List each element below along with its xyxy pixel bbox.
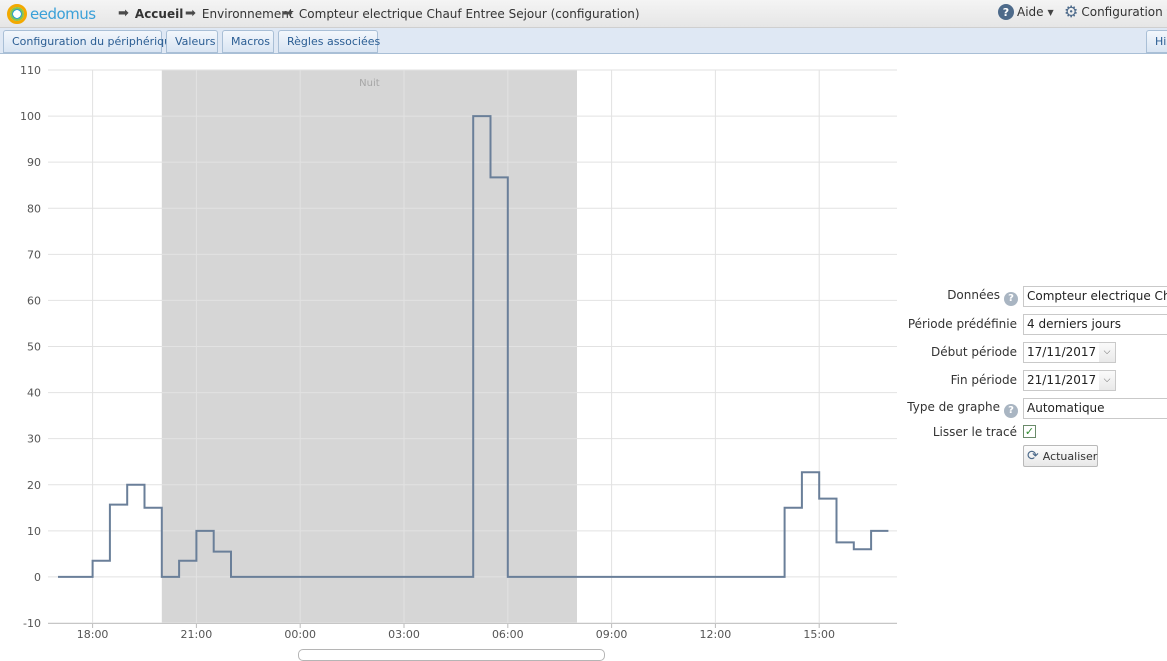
x-tick-label: 06:00 (492, 628, 524, 641)
refresh-icon: ⟳ (1027, 449, 1039, 463)
data-label: Données? (900, 288, 1018, 306)
y-tick-label: 110 (20, 64, 41, 77)
y-tick-label: 40 (27, 387, 41, 400)
x-tick-label: 09:00 (596, 628, 628, 641)
logo-ring-icon (7, 4, 27, 24)
refresh-button[interactable]: ⟳ Actualiser (1023, 445, 1098, 467)
y-tick-label: 100 (20, 110, 41, 123)
arrow-right-icon: ➡ (282, 6, 293, 21)
breadcrumb-current-label: Compteur electrique Chauf Entree Sejour … (299, 7, 640, 21)
help-icon: ? (998, 4, 1014, 20)
start-period-label: Début période (900, 345, 1017, 359)
top-bar: eedomus ➡ Accueil ➡ Environnement ➡ Comp… (0, 0, 1167, 28)
tab-values[interactable]: Valeurs (166, 30, 218, 53)
chart-navigator-handle[interactable] (298, 649, 605, 661)
tab-history[interactable]: His (1146, 30, 1167, 53)
y-tick-label: 70 (27, 248, 41, 261)
arrow-right-icon: ➡ (118, 6, 129, 21)
y-tick-label: 20 (27, 479, 41, 492)
start-period-input[interactable]: 17/11/2017 (1023, 342, 1100, 363)
y-tick-label: 10 (27, 525, 41, 538)
x-tick-label: 03:00 (388, 628, 420, 641)
breadcrumb-environment[interactable]: ➡ Environnement (185, 6, 294, 21)
caret-down-icon: ▼ (1048, 8, 1054, 17)
night-band-label: Nuit (359, 78, 380, 89)
x-tick-label: 18:00 (77, 628, 109, 641)
help-label: Aide (1017, 5, 1044, 19)
help-menu[interactable]: ? Aide ▼ (998, 4, 1054, 20)
tab-device-configuration[interactable]: Configuration du périphérique (3, 30, 162, 53)
graph-type-label: Type de graphe? (900, 400, 1018, 418)
tab-associated-rules[interactable]: Règles associées (278, 30, 378, 53)
eedomus-logo[interactable]: eedomus (7, 3, 96, 25)
start-date-picker-button[interactable]: ⌵ (1099, 342, 1116, 363)
configuration-menu[interactable]: ⚙ Configuration ▼ (1064, 4, 1167, 20)
history-chart: Nuit1101009080706050403020100-1018:0021:… (0, 56, 900, 655)
gear-icon: ⚙ (1064, 4, 1078, 20)
period-label: Période prédéfinie (900, 317, 1017, 331)
graph-type-select[interactable]: Automatique (1023, 398, 1167, 419)
logo-text: eedomus (30, 5, 96, 23)
arrow-right-icon: ➡ (185, 6, 196, 21)
y-tick-label: 0 (34, 571, 41, 584)
smooth-label: Lisser le tracé (900, 425, 1017, 439)
configuration-label: Configuration (1081, 5, 1162, 19)
smooth-checkbox[interactable]: ✓ (1023, 425, 1036, 438)
period-select[interactable]: 4 derniers jours (1023, 314, 1167, 335)
breadcrumb-home-label: Accueil (135, 7, 183, 21)
check-icon: ✓ (1025, 425, 1034, 438)
refresh-label: Actualiser (1043, 450, 1098, 463)
end-date-picker-button[interactable]: ⌵ (1099, 370, 1116, 391)
help-icon[interactable]: ? (1004, 404, 1018, 418)
y-tick-label: 30 (27, 433, 41, 446)
y-tick-label: 50 (27, 341, 41, 354)
end-period-input[interactable]: 21/11/2017 (1023, 370, 1100, 391)
breadcrumb-environment-label: Environnement (202, 7, 294, 21)
tab-bar: Configuration du périphérique Valeurs Ma… (0, 28, 1167, 54)
breadcrumb-current: ➡ Compteur electrique Chauf Entree Sejou… (282, 6, 640, 21)
x-tick-label: 15:00 (803, 628, 835, 641)
y-tick-label: 60 (27, 294, 41, 307)
end-period-label: Fin période (900, 373, 1017, 387)
y-tick-label: -10 (23, 617, 41, 630)
help-icon[interactable]: ? (1004, 292, 1018, 306)
chevron-down-icon: ⌵ (1104, 347, 1111, 357)
breadcrumb-home[interactable]: ➡ Accueil (118, 6, 183, 21)
y-tick-label: 80 (27, 202, 41, 215)
x-tick-label: 00:00 (284, 628, 316, 641)
chevron-down-icon: ⌵ (1104, 375, 1111, 385)
x-tick-label: 21:00 (181, 628, 213, 641)
tab-macros[interactable]: Macros (222, 30, 274, 53)
x-tick-label: 12:00 (700, 628, 732, 641)
y-tick-label: 90 (27, 156, 41, 169)
data-select[interactable]: Compteur electrique Chauf Entree Sejour (1023, 286, 1167, 307)
